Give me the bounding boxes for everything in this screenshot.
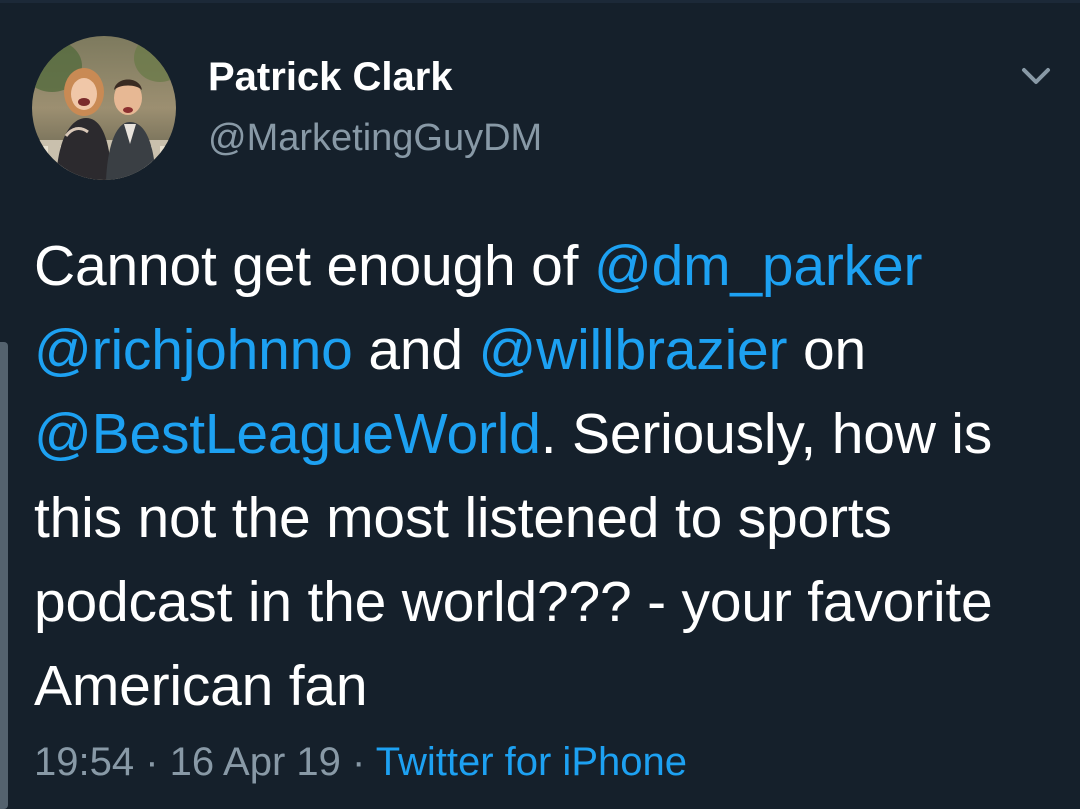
top-divider bbox=[0, 0, 1080, 3]
mention-link[interactable]: @willbrazier bbox=[478, 318, 787, 382]
meta-separator: · bbox=[134, 740, 170, 784]
author-handle[interactable]: @MarketingGuyDM bbox=[208, 116, 542, 160]
tweet-text-segment: Cannot get enough of bbox=[34, 234, 594, 298]
tweet-text-segment: and bbox=[352, 318, 479, 382]
profile-photo-icon bbox=[32, 36, 176, 180]
author-block: Patrick Clark @MarketingGuyDM bbox=[208, 54, 542, 160]
mention-link[interactable]: @BestLeagueWorld bbox=[34, 402, 541, 466]
tweet-metadata: 19:54 · 16 Apr 19 · Twitter for iPhone bbox=[34, 738, 687, 786]
tweet-text: Cannot get enough of @dm_parker @richjoh… bbox=[34, 224, 1064, 728]
author-display-name[interactable]: Patrick Clark bbox=[208, 54, 542, 100]
avatar[interactable] bbox=[32, 36, 176, 180]
tweet-source-link[interactable]: Twitter for iPhone bbox=[376, 740, 687, 784]
scroll-indicator[interactable] bbox=[0, 342, 8, 809]
chevron-down-icon bbox=[1022, 68, 1050, 84]
meta-separator: · bbox=[340, 740, 376, 784]
tweet-menu-button[interactable] bbox=[1014, 60, 1058, 94]
tweet-date[interactable]: 16 Apr 19 bbox=[170, 740, 341, 784]
tweet-detail-screen: Patrick Clark @MarketingGuyDM Cannot get… bbox=[0, 0, 1080, 809]
tweet-time[interactable]: 19:54 bbox=[34, 740, 134, 784]
mention-link[interactable]: @dm_parker bbox=[594, 234, 923, 298]
mention-link[interactable]: @richjohnno bbox=[34, 318, 353, 382]
tweet-text-segment: on bbox=[787, 318, 866, 382]
